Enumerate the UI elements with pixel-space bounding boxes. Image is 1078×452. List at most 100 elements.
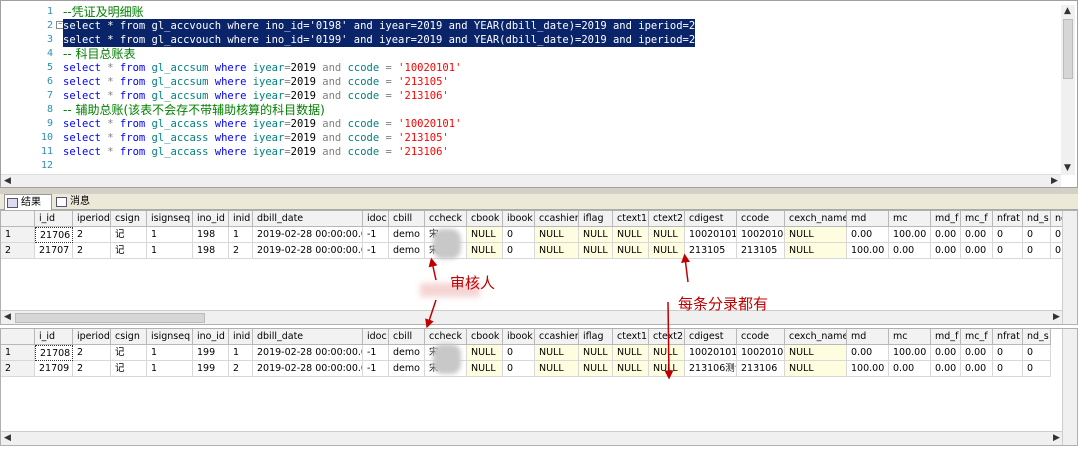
code-line[interactable]: select * from gl_accass where iyear=2019… — [63, 117, 461, 131]
table-cell[interactable]: 1 — [147, 243, 193, 259]
scroll-down-icon[interactable]: ▼ — [1061, 162, 1074, 175]
table-cell[interactable]: 21708 — [35, 345, 73, 361]
column-header[interactable]: md_f — [931, 329, 961, 345]
table-cell[interactable]: 2 — [73, 361, 111, 377]
column-header[interactable]: mc — [889, 329, 931, 345]
row-number[interactable]: 2 — [1, 243, 35, 259]
code-line[interactable]: select * from gl_accsum where iyear=2019… — [63, 89, 449, 103]
code-area[interactable]: --凭证及明细账 select * from gl_accvouch where … — [63, 1, 1053, 175]
column-header[interactable]: ccheck — [425, 211, 467, 227]
scroll-thumb[interactable] — [1063, 19, 1073, 79]
column-header[interactable]: mc — [889, 211, 931, 227]
column-header[interactable]: iperiod — [73, 329, 111, 345]
table-cell[interactable]: 0 — [1023, 361, 1051, 377]
grid-corner[interactable] — [1, 329, 35, 345]
table-cell[interactable]: 记 — [111, 361, 147, 377]
table-cell[interactable]: 21707 — [35, 243, 73, 259]
table-cell[interactable]: demo — [389, 361, 425, 377]
table-cell[interactable]: 0 — [503, 227, 535, 243]
table-cell[interactable]: 199 — [193, 361, 229, 377]
table-cell[interactable]: NULL — [613, 361, 649, 377]
tab-results[interactable]: 结果 — [4, 194, 52, 210]
code-line[interactable]: select * from gl_accsum where iyear=2019… — [63, 75, 449, 89]
column-header[interactable]: ibook — [503, 211, 535, 227]
table-cell[interactable]: 0 — [503, 361, 535, 377]
table-row[interactable]: 1217082记119912019-02-28 00:00:00.000-1de… — [1, 345, 1063, 361]
table-cell[interactable]: 0.00 — [931, 227, 961, 243]
column-header[interactable]: ctext2 — [649, 211, 685, 227]
table-cell[interactable]: NULL — [613, 227, 649, 243]
table-cell[interactable]: 2019-02-28 00:00:00.000 — [253, 243, 363, 259]
table-cell[interactable]: 213106测试 — [685, 361, 737, 377]
sql-editor[interactable]: 1 2 3 4 5 6 7 8 9 10 11 12 − --凭证及明细账 select * from … — [0, 0, 1078, 188]
table-cell[interactable]: 100.00 — [889, 227, 931, 243]
table-cell[interactable]: 0.00 — [931, 243, 961, 259]
table-cell[interactable]: 0.00 — [961, 227, 993, 243]
column-header[interactable]: mc_f — [961, 211, 993, 227]
table-cell[interactable]: 0.00 — [961, 361, 993, 377]
table-cell[interactable]: 100.00 — [847, 243, 889, 259]
table-cell[interactable]: 0 — [993, 243, 1023, 259]
column-header[interactable]: i_id — [35, 329, 73, 345]
table-cell[interactable]: NULL — [467, 243, 503, 259]
column-header[interactable]: ino_id — [193, 329, 229, 345]
table-cell[interactable]: 10020101 — [685, 227, 737, 243]
table-cell[interactable]: NULL — [467, 361, 503, 377]
table-row[interactable]: 1217062记119812019-02-28 00:00:00.000-1de… — [1, 227, 1063, 243]
table-cell[interactable]: 记 — [111, 345, 147, 361]
column-header[interactable]: ibook — [503, 329, 535, 345]
table-cell[interactable]: 0.00 — [847, 345, 889, 361]
table-cell[interactable]: 213105 — [737, 243, 785, 259]
column-header[interactable]: inid — [229, 211, 253, 227]
table-cell[interactable]: -1 — [363, 243, 389, 259]
column-header[interactable]: ccheck — [425, 329, 467, 345]
table-cell[interactable]: demo — [389, 227, 425, 243]
column-header[interactable]: dbill_date — [253, 329, 363, 345]
table-cell[interactable]: NULL — [785, 227, 847, 243]
column-header[interactable]: csign — [111, 211, 147, 227]
table-cell[interactable]: 0.00 — [889, 361, 931, 377]
column-header[interactable]: cdigest — [685, 329, 737, 345]
table-cell[interactable]: 2 — [229, 361, 253, 377]
column-header[interactable]: cbook — [467, 211, 503, 227]
table-cell[interactable]: 0.00 — [931, 361, 961, 377]
scroll-up-icon[interactable]: ▲ — [1061, 5, 1074, 18]
table-cell[interactable]: NULL — [467, 345, 503, 361]
code-line[interactable]: -- 辅助总账(该表不会存不带辅助核算的科目数据) — [63, 103, 325, 117]
editor-vertical-scrollbar[interactable]: ▲ ▼ — [1061, 5, 1075, 175]
grid2-vertical-scrollbar[interactable] — [1062, 329, 1077, 445]
table-cell[interactable]: 2 — [73, 227, 111, 243]
grid-corner[interactable] — [1, 211, 35, 227]
scroll-left-icon[interactable]: ◀ — [1, 175, 14, 188]
table-cell[interactable]: NULL — [579, 345, 613, 361]
column-header[interactable]: cexch_name — [785, 211, 847, 227]
table-cell[interactable]: NULL — [785, 361, 847, 377]
table-cell[interactable]: demo — [389, 345, 425, 361]
scroll-left-icon[interactable]: ◀ — [1, 432, 14, 445]
table-cell[interactable]: 2 — [73, 345, 111, 361]
tab-messages[interactable]: 消息 — [54, 194, 102, 210]
column-header[interactable]: idoc — [363, 329, 389, 345]
code-line[interactable]: select * from gl_accvouch where ino_id='… — [63, 19, 696, 33]
table-cell[interactable]: 记 — [111, 243, 147, 259]
grid2-horizontal-scrollbar[interactable]: ◀ ▶ — [1, 431, 1063, 445]
table-cell[interactable]: 0.00 — [961, 243, 993, 259]
column-header[interactable]: cbook — [467, 329, 503, 345]
column-header[interactable]: cbill — [389, 211, 425, 227]
table-cell[interactable]: NULL — [649, 345, 685, 361]
column-header[interactable]: dbill_date — [253, 211, 363, 227]
table-cell[interactable]: 213105 — [685, 243, 737, 259]
grid1-horizontal-scrollbar[interactable]: ◀ ▶ — [1, 310, 1063, 324]
table-cell[interactable]: 1 — [147, 361, 193, 377]
column-header[interactable]: nd_s — [1023, 211, 1051, 227]
table-cell[interactable]: 21709 — [35, 361, 73, 377]
table-cell[interactable]: 2019-02-28 00:00:00.000 — [253, 227, 363, 243]
row-number[interactable]: 2 — [1, 361, 35, 377]
table-cell[interactable]: NULL — [535, 243, 579, 259]
table-cell[interactable]: 0.00 — [961, 345, 993, 361]
table-cell[interactable]: 199 — [193, 345, 229, 361]
table-cell[interactable]: NULL — [785, 243, 847, 259]
table-cell[interactable]: 2019-02-28 00:00:00.000 — [253, 361, 363, 377]
table-cell[interactable]: 0.00 — [847, 227, 889, 243]
grid1-vertical-scrollbar[interactable] — [1062, 211, 1077, 324]
